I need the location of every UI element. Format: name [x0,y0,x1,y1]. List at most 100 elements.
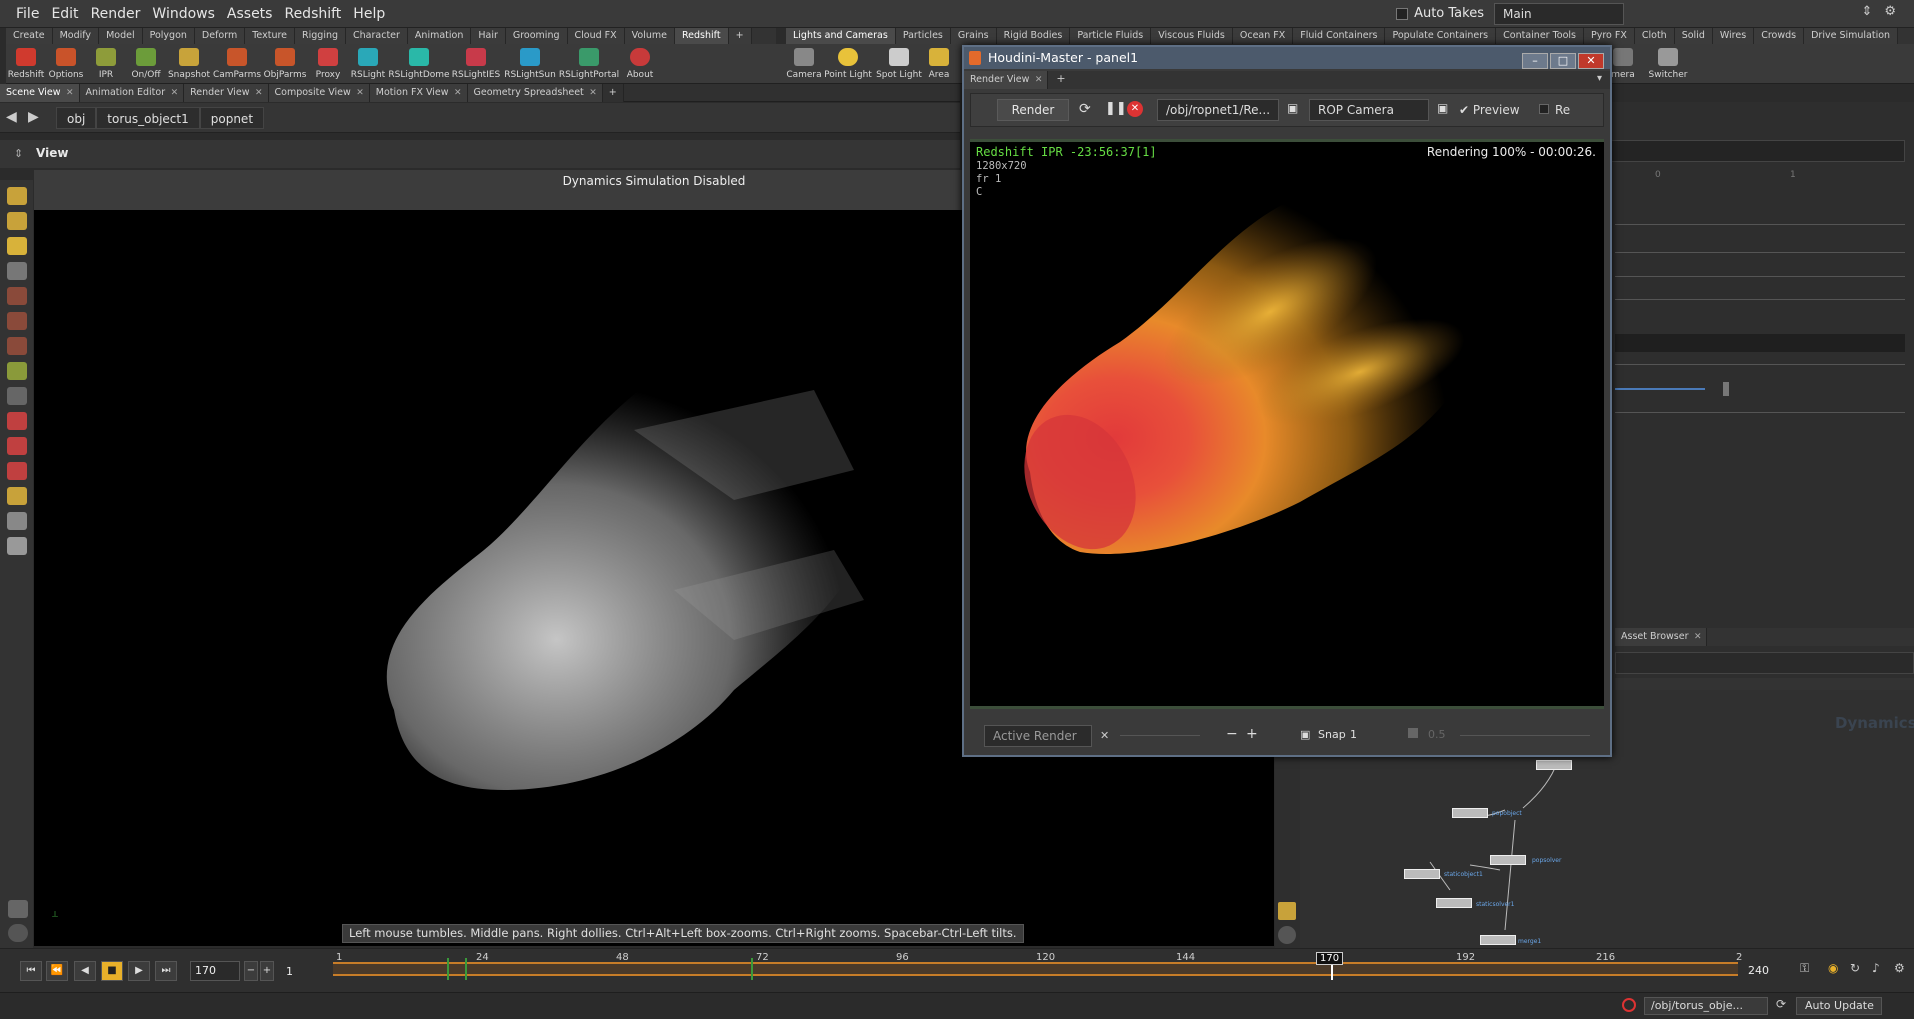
pin-icon[interactable]: ⇕ [14,147,23,160]
menu-redshift[interactable]: Redshift [278,0,347,28]
close-icon[interactable]: ✕ [1035,71,1043,89]
error-icon[interactable] [1622,998,1636,1012]
pane-menu-icon[interactable]: ▾ [1597,73,1602,84]
snapshot-camera-icon[interactable]: ▣ [1300,728,1310,741]
tool-camera[interactable]: Camera [786,44,822,84]
network-node[interactable] [1452,808,1488,818]
key-icon[interactable]: ⚿ [1800,961,1809,976]
render-canvas[interactable] [970,139,1604,709]
keyframe-marker[interactable] [465,958,467,980]
close-icon[interactable]: ✕ [66,84,74,102]
tab-scene-view[interactable]: Scene View ✕ [0,84,80,102]
minimize-button[interactable]: – [1522,53,1548,69]
asset-path-field[interactable] [1615,652,1914,674]
tab-motion-fx-view[interactable]: Motion FX View ✕ [369,84,468,102]
tool-about[interactable]: About [620,44,660,84]
menu-file[interactable]: File [10,0,45,28]
shelf-tab-redshift[interactable]: Redshift [675,28,729,44]
render-button[interactable]: Render [997,99,1069,121]
realtime-icon[interactable]: ◉ [1828,961,1838,975]
shelf-tab-container-tools[interactable]: Container Tools [1496,28,1584,44]
shelf-tab-grains[interactable]: Grains [950,28,997,44]
forward-icon[interactable]: ▶ [28,109,39,125]
shelf-tab-pyro-fx[interactable]: Pyro FX [1584,28,1635,44]
prev-key-button[interactable]: ⏪ [46,961,68,981]
camera-select[interactable]: ROP Camera [1309,99,1429,121]
tool-rslightsun[interactable]: RSLightSun [502,44,558,84]
settings-icon[interactable]: ⚙ [1894,961,1905,975]
timeline-track[interactable] [333,958,1738,980]
pose-icon[interactable] [7,362,27,380]
update-mode-select[interactable]: Auto Update [1796,997,1882,1015]
compare-value[interactable]: 0.5 [1428,728,1446,741]
maximize-button[interactable]: □ [1550,53,1576,69]
tool-ipr[interactable]: IPR [86,44,126,84]
shelf-tab-fluid-containers[interactable]: Fluid Containers [1293,28,1386,44]
camera-menu-icon[interactable] [8,924,28,942]
tool-rslightdome[interactable]: RSLightDome [388,44,450,84]
network-node[interactable] [1536,760,1572,770]
tool-options[interactable]: Options [46,44,86,84]
shelf-tab-texture[interactable]: Texture [245,28,296,44]
menu-help[interactable]: Help [347,0,391,28]
grid-snap-icon[interactable] [7,462,27,480]
status-path-select[interactable]: /obj/torus_obje... [1644,997,1768,1015]
camera-icon[interactable]: ▣ [1437,101,1448,115]
compare-slider[interactable] [1460,735,1590,736]
rop-icon[interactable]: ▣ [1287,101,1298,115]
network-node[interactable] [1480,935,1516,945]
transform-icon[interactable] [7,212,27,230]
tool-objparms[interactable]: ObjParms [262,44,308,84]
snap-icon[interactable] [7,412,27,430]
tool-area[interactable]: Area [924,44,954,84]
param-slider[interactable] [1615,388,1705,390]
zoom-out-icon[interactable]: − [1226,726,1238,742]
rotate-icon[interactable] [7,312,27,330]
last-frame-button[interactable]: ⏭ [155,961,177,981]
tool-spot-light[interactable]: Spot Light [874,44,924,84]
view-icon[interactable] [7,387,27,405]
menu-render[interactable]: Render [85,0,147,28]
tab-render-view[interactable]: Render View ✕ [184,84,269,102]
tool-camparms[interactable]: CamParms [212,44,262,84]
shelf-tab-solid[interactable]: Solid [1674,28,1713,44]
shelf-tab-viscous-fluids[interactable]: Viscous Fluids [1151,28,1233,44]
frame-decrement[interactable]: − [244,961,258,981]
shelf-tab-model[interactable]: Model [99,28,143,44]
refresh-icon[interactable]: ⟳ [1079,101,1091,117]
menu-windows[interactable]: Windows [146,0,221,28]
close-icon[interactable]: ✕ [171,84,179,102]
tab-animation-editor[interactable]: Animation Editor ✕ [79,84,185,102]
tool-switcher[interactable]: Switcher [1646,44,1690,84]
audio-icon[interactable]: ♪ [1872,961,1880,975]
tool-snapshot[interactable]: Snapshot [166,44,212,84]
zoom-in-icon[interactable]: + [1246,726,1258,742]
breadcrumb-obj[interactable]: obj [56,107,97,129]
shelf-tab-populate-containers[interactable]: Populate Containers [1385,28,1497,44]
snap-value[interactable]: 1 [1350,728,1357,741]
tab-geometry-spreadsheet[interactable]: Geometry Spreadsheet ✕ [467,84,603,102]
slider-handle[interactable] [1723,382,1729,396]
tool-redshift[interactable]: Redshift [6,44,46,84]
stop-icon[interactable]: ✕ [1127,101,1143,117]
select-icon[interactable] [7,187,27,205]
pointer-icon[interactable] [7,262,27,280]
shelf-tab-lights-cameras[interactable]: Lights and Cameras [786,28,896,44]
tool-rslightportal[interactable]: RSLightPortal [558,44,620,84]
shelf-tab-character[interactable]: Character [346,28,408,44]
shelf-tab-polygon[interactable]: Polygon [142,28,195,44]
shelf-tab-deform[interactable]: Deform [194,28,246,44]
shelf-tab-ocean-fx[interactable]: Ocean FX [1232,28,1294,44]
scale-icon[interactable] [7,337,27,355]
re-checkbox[interactable] [1539,104,1549,114]
auto-takes-checkbox[interactable] [1396,7,1409,20]
close-button[interactable]: ✕ [1578,53,1604,69]
handle-icon[interactable] [7,237,27,255]
shelf-tab-particle-fluids[interactable]: Particle Fluids [1070,28,1152,44]
tab-add[interactable]: + [602,84,624,102]
active-render-select[interactable]: Active Render [984,725,1092,747]
shelf-tab-volume[interactable]: Volume [624,28,675,44]
param-bar[interactable] [1615,334,1905,352]
clear-icon[interactable]: ✕ [1100,729,1109,742]
tab-render-view[interactable]: Render View ✕ [964,71,1049,89]
